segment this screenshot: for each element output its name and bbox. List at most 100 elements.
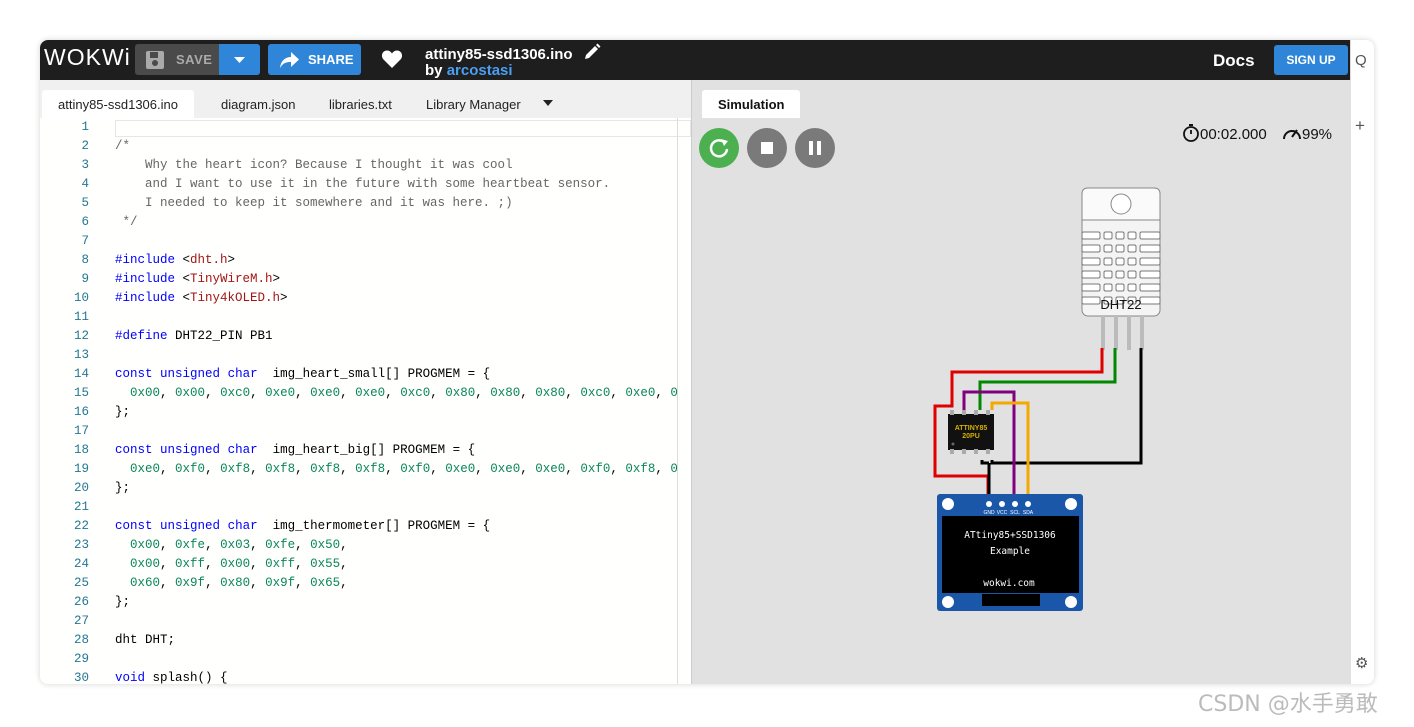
oled-pin-sda: SDA	[1023, 510, 1034, 516]
author-link[interactable]: arcostasi	[447, 62, 513, 79]
line-number: 2	[81, 139, 89, 153]
line-number: 19	[73, 462, 89, 476]
editor-tabs: attiny85-ssd1306.ino diagram.json librar…	[40, 80, 691, 118]
chip-label-2: 20PU	[962, 433, 980, 440]
line-number: 11	[73, 310, 89, 324]
top-bar: WOKWi SAVE SHARE attiny85-ssd1306.ino by…	[40, 40, 1350, 80]
code-line: 0x00, 0xfe, 0x03, 0xfe, 0x50,	[130, 538, 348, 552]
line-number: 12	[73, 329, 89, 343]
project-title-text: attiny85-ssd1306.ino	[425, 46, 573, 63]
line-number: 10	[73, 291, 89, 305]
code-line: #include <TinyWireM.h>	[115, 272, 281, 286]
line-number: 29	[73, 652, 89, 666]
line-number: 13	[73, 348, 89, 362]
project-title: attiny85-ssd1306.ino	[425, 43, 601, 63]
watermark: CSDN @水手勇敢	[1198, 692, 1378, 717]
line-number: 8	[81, 253, 89, 267]
gear-icon[interactable]: ⚙	[1355, 654, 1368, 672]
editor-scrollbar[interactable]	[677, 118, 678, 684]
line-number: 9	[81, 272, 89, 286]
oled-pin-gnd: GND	[983, 510, 995, 516]
code-line: #define DHT22_PIN PB1	[115, 329, 273, 343]
code-line: 0x00, 0xff, 0x00, 0xff, 0x55,	[130, 557, 348, 571]
line-number: 22	[73, 519, 89, 533]
sign-up-button[interactable]: SIGN UP	[1274, 45, 1348, 75]
heart-icon[interactable]	[381, 49, 403, 74]
share-button[interactable]: SHARE	[268, 44, 361, 75]
wokwi-logo[interactable]: WOKWi	[44, 44, 131, 71]
save-button[interactable]: SAVE	[135, 44, 260, 75]
search-icon[interactable]: Q	[1355, 52, 1367, 69]
add-icon[interactable]: +	[1355, 116, 1365, 136]
dht22-sensor[interactable]: DHT22	[1081, 187, 1161, 350]
tab-diagram-json[interactable]: diagram.json	[221, 90, 295, 118]
line-number: 15	[73, 386, 89, 400]
line-number: 30	[73, 671, 89, 684]
line-number: 20	[73, 481, 89, 495]
share-label: SHARE	[308, 52, 354, 67]
code-line: };	[115, 595, 131, 609]
save-options-dropdown[interactable]	[219, 44, 260, 75]
oled-line-3: wokwi.com	[983, 578, 1035, 589]
save-label: SAVE	[176, 52, 213, 67]
right-sidebar: Q + ⚙	[1350, 40, 1374, 684]
line-number: 5	[81, 196, 89, 210]
line-number-gutter: 1 2 3 4 5 6 7 8 9 10 11 12 13 14 15 16 17 18 19 20 21 22 23 24 2…	[40, 118, 100, 684]
line-number: 24	[73, 557, 89, 571]
oled-pin-scl: SCL	[1010, 510, 1020, 516]
app-window: WOKWi SAVE SHARE attiny85-ssd1306.ino by…	[40, 40, 1374, 684]
code-line: Why the heart icon? Because I thought it…	[115, 158, 513, 172]
tab-attiny85-ssd1306-ino[interactable]: attiny85-ssd1306.ino	[42, 90, 194, 118]
oled-line-2: Example	[990, 546, 1030, 557]
code-editor-panel: attiny85-ssd1306.ino diagram.json librar…	[40, 80, 691, 684]
by-prefix: by	[425, 62, 443, 79]
line-number: 26	[73, 595, 89, 609]
line-number: 23	[73, 538, 89, 552]
tabs-dropdown-icon[interactable]	[542, 99, 554, 107]
line-number: 4	[81, 177, 89, 191]
tab-library-manager[interactable]: Library Manager	[426, 90, 521, 118]
code-line: 0x60, 0x9f, 0x80, 0x9f, 0x65,	[130, 576, 348, 590]
code-line: void splash() {	[115, 671, 228, 684]
code-line: const unsigned char img_heart_big[] PROG…	[115, 443, 476, 457]
line-number: 28	[73, 633, 89, 647]
code-line: 0xe0, 0xf0, 0xf8, 0xf8, 0xf8, 0xf8, 0xf0…	[130, 462, 678, 476]
circuit-diagram[interactable]: DHT22 ATTINY85 20PU GND VCC SCL SDA ATti…	[692, 80, 1351, 684]
code-line: and I want to use it in the future with …	[115, 177, 611, 191]
line-number: 3	[81, 158, 89, 172]
code-line: const unsigned char img_thermometer[] PR…	[115, 519, 491, 533]
floppy-disk-icon	[145, 50, 165, 75]
oled-pin-vcc: VCC	[997, 510, 1008, 516]
code-line: };	[115, 405, 131, 419]
oled-line-1: ATtiny85+SSD1306	[964, 530, 1056, 541]
code-line: /*	[115, 139, 131, 153]
code-line: I needed to keep it somewhere and it was…	[115, 196, 513, 210]
current-line-highlight	[115, 120, 691, 137]
line-number: 1	[81, 120, 89, 134]
code-line: #include <dht.h>	[115, 253, 236, 267]
attiny85-chip[interactable]: ATTINY85 20PU	[948, 410, 994, 454]
ssd1306-oled-display[interactable]: GND VCC SCL SDA ATtiny85+SSD1306 Example…	[937, 494, 1083, 611]
chevron-down-icon	[234, 57, 245, 63]
code-line: 0x00, 0x00, 0xc0, 0xe0, 0xe0, 0xe0, 0xc0…	[130, 386, 678, 400]
project-author-line: by arcostasi	[425, 62, 513, 79]
dht22-label: DHT22	[1100, 297, 1141, 312]
tab-libraries-txt[interactable]: libraries.txt	[329, 90, 392, 118]
pencil-icon[interactable]	[583, 43, 601, 61]
simulation-panel: Simulation 00:02.000 99% DHT22 ATTINY85 …	[691, 80, 1351, 684]
line-number: 14	[73, 367, 89, 381]
code-line: dht DHT;	[115, 633, 176, 647]
line-number: 17	[73, 424, 89, 438]
docs-link[interactable]: Docs	[1213, 51, 1255, 71]
line-number: 18	[73, 443, 89, 457]
code-line: };	[115, 481, 131, 495]
code-area[interactable]: 1 2 3 4 5 6 7 8 9 10 11 12 13 14 15 16 17 18 19 20 21 22 23 24 2…	[40, 118, 691, 684]
line-number: 27	[73, 614, 89, 628]
line-number: 25	[73, 576, 89, 590]
line-number: 6	[81, 215, 89, 229]
chip-label-1: ATTINY85	[955, 425, 988, 432]
code-line: #include <Tiny4kOLED.h>	[115, 291, 288, 305]
code-line: */	[115, 215, 138, 229]
line-number: 21	[73, 500, 89, 514]
line-number: 16	[73, 405, 89, 419]
